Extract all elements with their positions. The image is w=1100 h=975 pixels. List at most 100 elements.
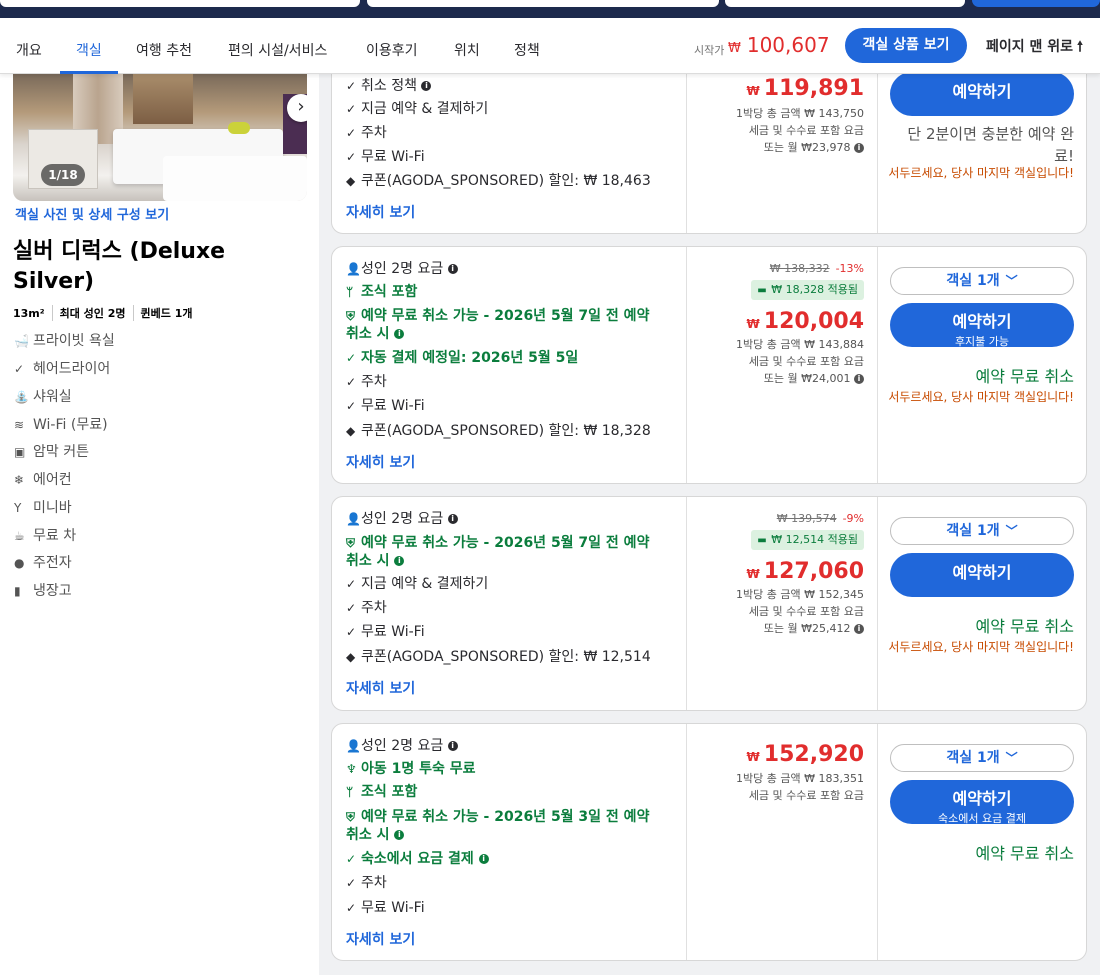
check-icon: ✓: [14, 362, 25, 376]
back-to-top-link[interactable]: 페이지 맨 위로 🠕: [986, 36, 1083, 60]
section-nav: 개요 객실 여행 추천 편의 시설/서비스 이용후기 위치 정책 시작가 ₩10…: [0, 18, 1100, 74]
info-icon[interactable]: i: [447, 264, 458, 274]
photo-counter: 1/18: [41, 164, 85, 186]
amenity-label: 미니바: [33, 500, 72, 516]
column-divider: [686, 724, 687, 960]
strikethrough-price: ₩ 139,574: [776, 512, 837, 525]
feature-label: 아동 1명 투숙 무료: [361, 761, 476, 777]
monthly-price: 또는 월 ₩24,001 i: [736, 370, 864, 387]
details-link[interactable]: 자세히 보기: [346, 202, 415, 222]
price-breakdown: 1박당 총 금액 ₩ 143,750 세금 및 수수료 포함 요금 또는 월 ₩…: [736, 105, 864, 156]
amenity-item: ❄ 에어컨: [14, 469, 72, 489]
shield-icon: ⛨: [346, 309, 356, 323]
feature-label: 조식 포함: [361, 284, 418, 300]
view-room-offers-button[interactable]: 객실 상품 보기: [845, 28, 967, 63]
offer-feature: ᛘ 조식 포함: [346, 783, 417, 801]
info-icon[interactable]: i: [854, 143, 864, 153]
feature-label: 지금 예약 & 결제하기: [361, 101, 489, 117]
currency-symbol: ₩: [746, 84, 760, 98]
search-button[interactable]: [972, 0, 1100, 7]
feature-label: 무료 Wi-Fi: [361, 624, 425, 640]
amenity-item: ▮ 냉장고: [14, 580, 72, 600]
info-icon[interactable]: i: [854, 624, 864, 634]
room-count-select[interactable]: 객실 1개 ﹀: [890, 744, 1074, 772]
offer-price: ₩119,891: [747, 76, 864, 101]
tab-overview[interactable]: 개요: [16, 18, 42, 74]
info-icon[interactable]: i: [394, 329, 405, 339]
room-photos-link[interactable]: 객실 사진 및 상세 구성 보기: [15, 204, 169, 223]
offer-card: 👤성인 2명 요금 i ♆ 아동 1명 투숙 무료 ᛘ 조식 포함 ⛨ 예약 무료 취…: [331, 723, 1087, 961]
tab-reviews[interactable]: 이용후기: [366, 18, 418, 74]
tax-note: 세금 및 수수료 포함 요금: [748, 124, 864, 137]
guests-field[interactable]: [725, 0, 965, 7]
price-breakdown: 1박당 총 금액 ₩ 143,884 세금 및 수수료 포함 요금 또는 월 ₩…: [736, 336, 864, 387]
room-count-select[interactable]: 객실 1개 ﹀: [890, 517, 1074, 545]
info-icon[interactable]: i: [421, 81, 432, 91]
quick-booking-note: 단 2분이면 충분한 예약 완료!: [907, 125, 1074, 165]
details-link[interactable]: 자세히 보기: [346, 929, 415, 949]
offer-card: ✓ 취소 정책 i ✓ 지금 예약 & 결제하기 ✓ 주차 ✓ 무료 Wi-Fi ◆ 쿠폰…: [331, 60, 1087, 234]
discount-percent: -13%: [835, 262, 864, 275]
book-button[interactable]: 예약하기 후지불 가능: [890, 303, 1074, 348]
back-to-top-label: 페이지 맨 위로: [986, 39, 1074, 55]
start-price-label: 시작가: [694, 44, 725, 57]
feature-label: 쿠폰(AGODA_SPONSORED) 할인: ₩ 12,514: [361, 649, 651, 665]
tab-location[interactable]: 위치: [454, 18, 480, 74]
currency-symbol: ₩: [746, 567, 760, 581]
info-icon[interactable]: i: [854, 374, 864, 384]
room-photo[interactable]: 1/18 ›: [13, 74, 307, 201]
person-icon: 👤: [346, 739, 361, 753]
date-field[interactable]: [367, 0, 719, 7]
start-price-value: 100,607: [746, 33, 830, 57]
tag-icon: ◆: [346, 424, 356, 438]
monthly-price: 또는 월 ₩25,412 i: [736, 620, 864, 637]
amenity-item: ● 주전자: [14, 552, 72, 572]
last-room-warning: 서두르세요, 당사 마지막 객실입니다!: [888, 390, 1074, 404]
next-photo-button[interactable]: ›: [287, 94, 307, 122]
shield-icon: ⛨: [346, 536, 356, 550]
book-button[interactable]: 예약하기 숙소에서 요금 결제: [890, 780, 1074, 825]
details-link[interactable]: 자세히 보기: [346, 678, 415, 698]
tag-icon: ◆: [346, 174, 356, 188]
tab-travel-tips[interactable]: 여행 추천: [136, 18, 192, 74]
tab-facilities[interactable]: 편의 시설/서비스: [228, 18, 327, 74]
tab-rooms[interactable]: 객실: [60, 18, 118, 74]
amenity-item: ▣ 암막 커튼: [14, 441, 89, 461]
offer-feature: ✓ 주차: [346, 373, 387, 391]
feature-label: 자동 결제 예정일: 2026년 5월 5일: [361, 350, 579, 366]
column-divider: [877, 497, 878, 710]
info-icon[interactable]: i: [447, 741, 458, 751]
offer-feature: ✓ 숙소에서 요금 결제 i: [346, 850, 489, 868]
snowflake-icon: ❄: [14, 473, 25, 487]
room-count-select[interactable]: 객실 1개 ﹀: [890, 267, 1074, 295]
chevron-down-icon: ﹀: [1005, 524, 1018, 538]
start-price: ₩100,607: [728, 33, 830, 57]
feature-label: 예약 무료 취소 가능 - 2026년 5월 7일 전 예약 취소 시: [346, 308, 650, 342]
book-button[interactable]: 예약하기: [890, 553, 1074, 597]
coupon-badge: ▬ ₩ 18,328 적용됨: [751, 280, 864, 300]
amenity-label: 헤어드라이어: [33, 361, 111, 377]
feature-label: 주차: [361, 600, 387, 616]
tab-policy[interactable]: 정책: [514, 18, 540, 74]
book-button[interactable]: 예약하기: [890, 72, 1074, 116]
amenity-label: Wi-Fi (무료): [33, 417, 108, 433]
chevron-down-icon: ﹀: [1005, 274, 1018, 288]
ticket-icon: ▬: [757, 535, 767, 546]
total-per-night: 1박당 총 금액 ₩ 143,884: [736, 338, 864, 351]
details-link[interactable]: 자세히 보기: [346, 452, 415, 472]
check-icon: ✓: [346, 102, 357, 116]
check-icon: ✓: [346, 375, 357, 389]
person-icon: 👤: [346, 262, 361, 276]
tax-note: 세금 및 수수료 포함 요금: [748, 605, 864, 618]
amenity-item: ✓ 헤어드라이어: [14, 358, 110, 378]
info-icon[interactable]: i: [478, 854, 489, 864]
info-icon[interactable]: i: [394, 830, 405, 840]
price-breakdown: 1박당 총 금액 ₩ 152,345 세금 및 수수료 포함 요금 또는 월 ₩…: [736, 586, 864, 637]
bed-type: 퀸베드 1개: [132, 305, 200, 321]
feature-label: 예약 무료 취소 가능 - 2026년 5월 7일 전 예약 취소 시: [346, 535, 650, 569]
info-icon[interactable]: i: [394, 556, 405, 566]
amenity-item: ⛲ 샤워실: [14, 386, 72, 406]
info-icon[interactable]: i: [447, 514, 458, 524]
fork-knife-icon: ᛘ: [346, 785, 354, 799]
destination-field[interactable]: [0, 0, 360, 7]
